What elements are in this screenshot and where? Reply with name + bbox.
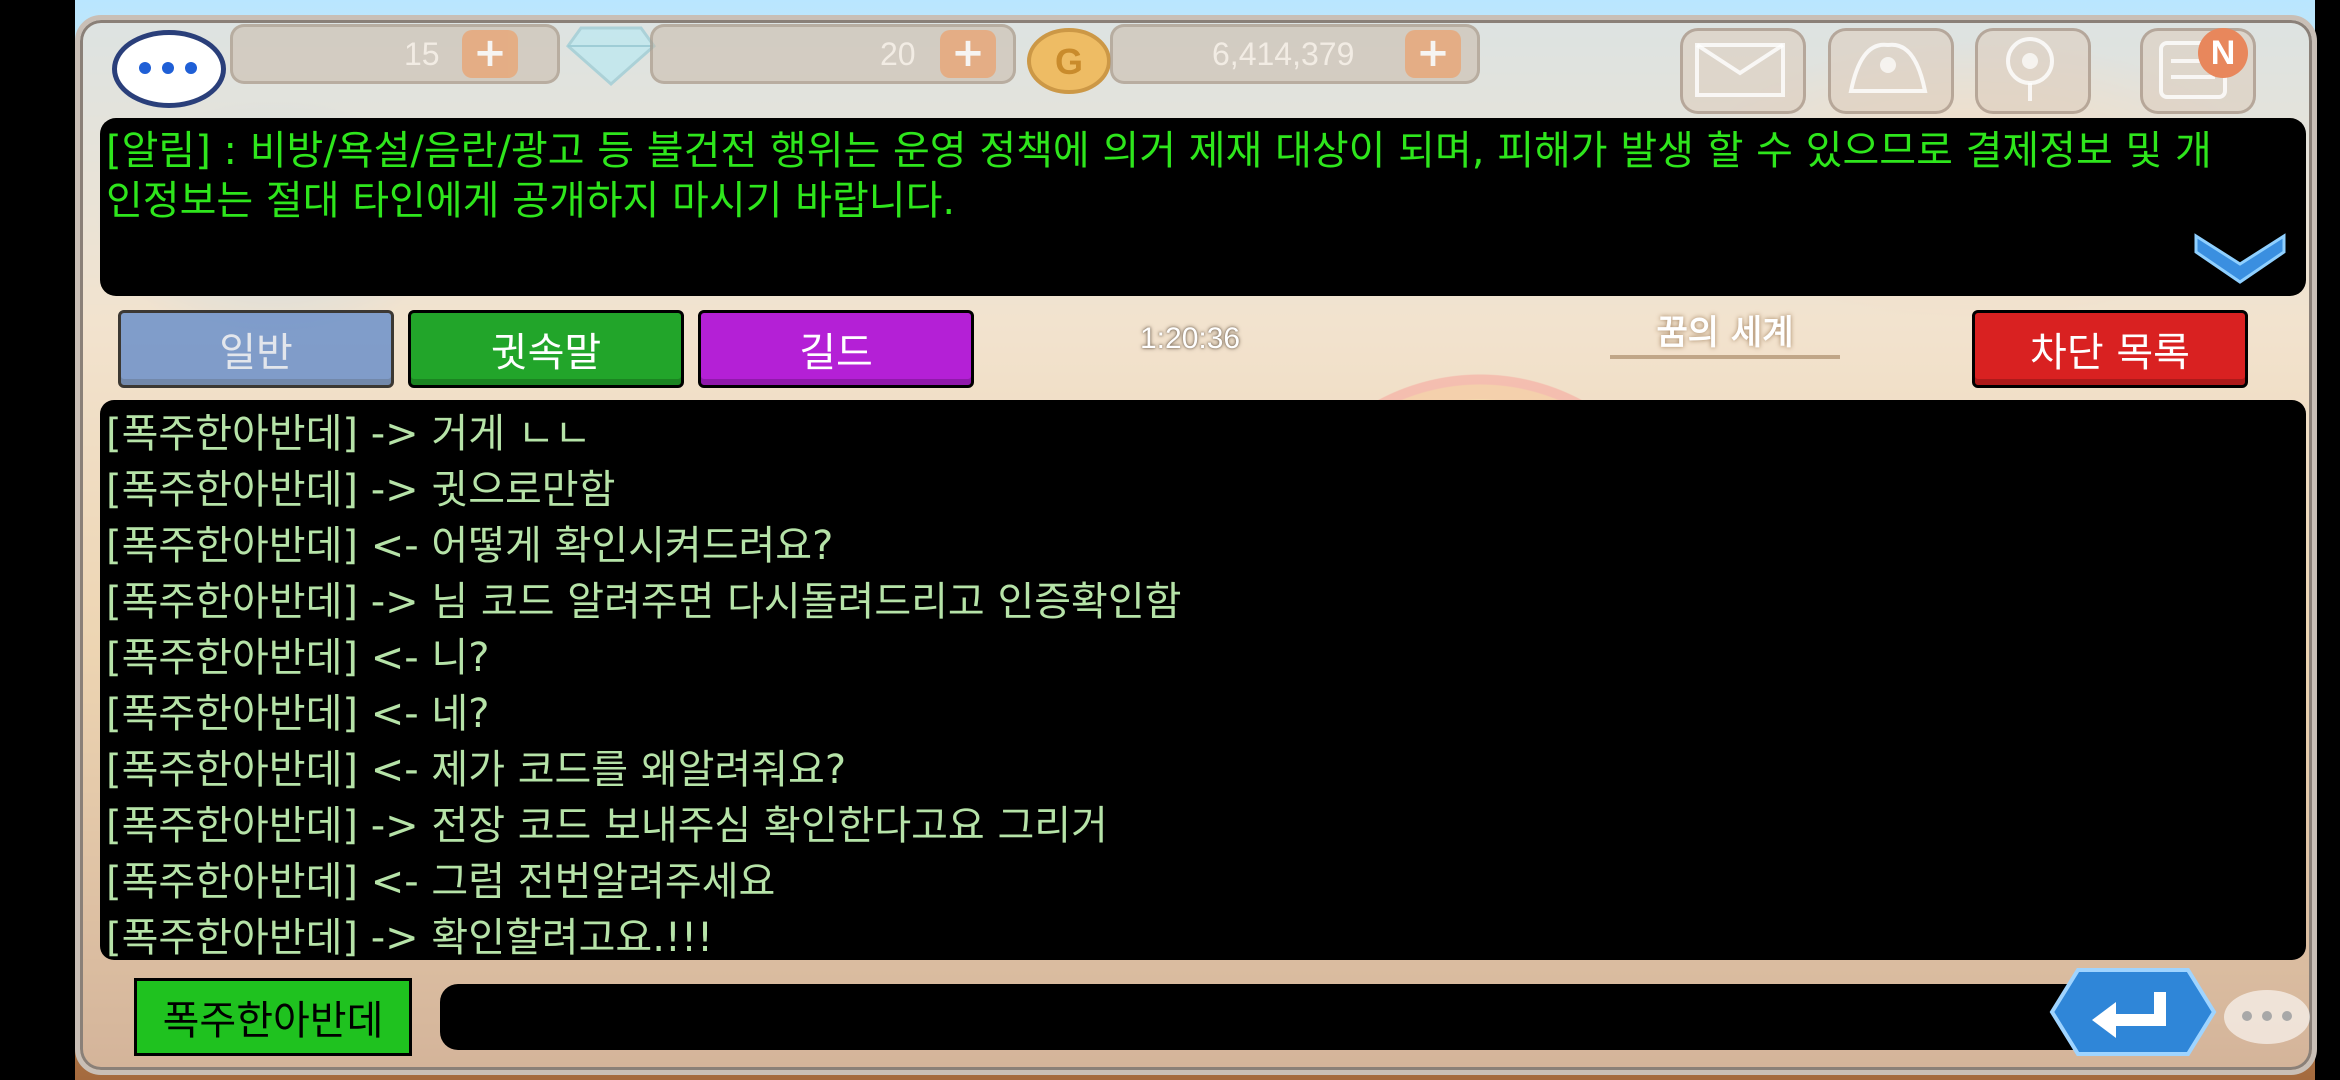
chat-message: [폭주한아반데] -> 님 코드 알려주면 다시돌려드리고 인증확인함 [106, 579, 1182, 625]
gems-count: 20 [880, 36, 916, 72]
chat-message: [폭주한아반데] -> 귓으로만함 [106, 467, 616, 513]
chat-message: [폭주한아반데] -> 전장 코드 보내주심 확인한다고요 그리거 [106, 803, 1108, 849]
mail-icon[interactable] [1680, 28, 1806, 114]
gold-count: 6,414,379 [1212, 36, 1355, 72]
chat-message: [폭주한아반데] <- 제가 코드를 왜알려줘요? [106, 747, 847, 793]
energy-plus-button[interactable]: + [462, 30, 518, 78]
world-name: 꿈의 세계 [1610, 305, 1840, 359]
chat-message: [폭주한아반데] <- 니? [106, 635, 490, 681]
chevron-down-icon[interactable] [2192, 230, 2288, 288]
notification-badge: N [2198, 28, 2248, 78]
chat-bubble-icon[interactable] [112, 30, 226, 108]
enter-icon[interactable] [2048, 966, 2218, 1058]
tab-whisper[interactable]: 귓속말 [408, 310, 684, 388]
shop-icon[interactable] [1828, 28, 1954, 114]
diamond-icon [566, 26, 656, 86]
chat-message: [폭주한아반데] <- 그럼 전번알려주세요 [106, 859, 776, 905]
clock: 1:20:36 [1140, 322, 1241, 355]
message-input[interactable] [440, 984, 2110, 1050]
chat-message: [폭주한아반데] <- 네? [106, 691, 490, 737]
energy-count: 15 [404, 36, 440, 72]
gold-coin-icon: G [1027, 28, 1111, 94]
chat-message: [폭주한아반데] -> 확인할려고요.!!! [106, 915, 714, 960]
chat-message: [폭주한아반데] <- 어떻게 확인시켜드려요? [106, 523, 834, 569]
notice-box: [알림] : 비방/욕설/음란/광고 등 불건전 행위는 운영 정책에 의거 제… [100, 118, 2306, 296]
tab-guild[interactable]: 길드 [698, 310, 974, 388]
chat-bubble-icon[interactable] [2224, 990, 2310, 1044]
location-pin-icon[interactable] [1975, 28, 2091, 114]
chat-log[interactable]: [폭주한아반데] -> 거게 ㄴㄴ [폭주한아반데] -> 귓으로만함 [폭주한… [100, 400, 2306, 960]
gems-plus-button[interactable]: + [940, 30, 996, 78]
whisper-recipient-button[interactable]: 폭주한아반데 [134, 978, 412, 1056]
gold-plus-button[interactable]: + [1405, 30, 1461, 78]
tab-general[interactable]: 일반 [118, 310, 394, 388]
notice-text: [알림] : 비방/욕설/음란/광고 등 불건전 행위는 운영 정책에 의거 제… [106, 128, 2212, 224]
block-list-button[interactable]: 차단 목록 [1972, 310, 2248, 388]
chat-message: [폭주한아반데] -> 거게 ㄴㄴ [106, 411, 592, 457]
svg-text:G: G [1055, 41, 1083, 82]
